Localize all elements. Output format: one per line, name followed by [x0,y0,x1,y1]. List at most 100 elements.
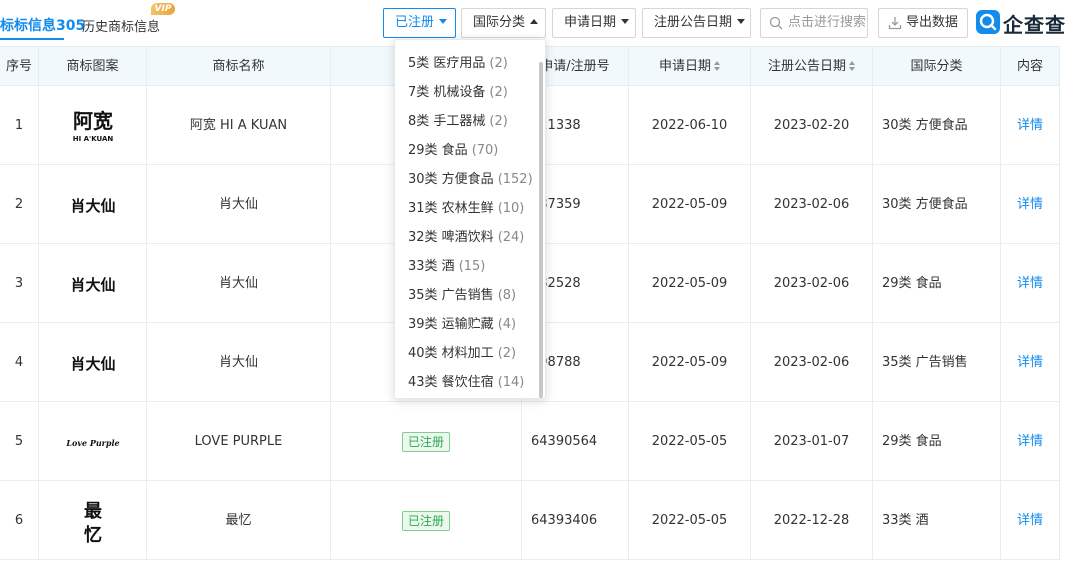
details-link[interactable]: 详情 [1001,402,1060,481]
status-cell: 已注册 [331,481,522,560]
class-option[interactable]: 30类 方便食品 (152) [408,170,533,190]
intl-class: 33类 酒 [873,481,1001,560]
class-option-label: 40类 材料加工 [408,346,494,361]
tab-trademark-info-label: 标标信息 [0,18,56,34]
class-option[interactable]: 33类 酒 (15) [408,257,485,277]
notice-date: 2023-02-06 [751,323,873,402]
details-link[interactable]: 详情 [1001,323,1060,402]
details-link-label: 详情 [1016,197,1043,212]
trademark-image[interactable]: 肖大仙 [39,323,147,402]
trademark-image[interactable]: Love Purple [39,402,147,481]
logo-zuiyi-image: 最 忆 [84,501,103,546]
brand-logo-icon [976,10,1000,34]
trademark-image[interactable]: 最 忆 [39,481,147,560]
class-option[interactable]: 31类 农林生鲜 (10) [408,199,524,219]
svg-text:HI A'KUAN: HI A'KUAN [72,135,113,143]
class-option-count: (2) [489,56,508,71]
class-option[interactable]: 43类 餐饮住宿 (14) [408,373,524,393]
export-data-label: 导出数据 [906,15,959,30]
intl-class: 35类 广告销售 [873,323,1001,402]
class-option-count: (2) [489,114,508,129]
col-apply-date[interactable]: 申请日期 [629,47,751,87]
trademark-image[interactable]: 肖大仙 [39,244,147,323]
notice-date-filter-button[interactable]: 注册公告日期 [642,8,751,38]
trademark-image[interactable]: 肖大仙 [39,165,147,244]
apply-date: 2022-05-09 [629,323,751,402]
trademark-image[interactable]: 阿宽 HI A'KUAN [39,86,147,165]
class-option[interactable]: 40类 材料加工 (2) [408,344,516,364]
class-option-label: 5类 医疗用品 [408,56,486,71]
chevron-up-icon [530,19,539,24]
brand-name: 企查查 [1003,13,1066,37]
status-filter-button[interactable]: 已注册 [383,8,456,38]
details-link-label: 详情 [1016,276,1043,291]
search-input[interactable]: 点击进行搜索 [760,8,868,38]
class-option-label: 43类 餐饮住宿 [408,375,494,390]
status-badge: 已注册 [401,510,450,531]
class-option-label: 31类 农林生鲜 [408,201,494,216]
trademark-name: 肖大仙 [147,244,331,323]
class-option[interactable]: 39类 运输贮藏 (4) [408,315,516,335]
search-placeholder: 点击进行搜索 [788,15,867,30]
details-link-label: 详情 [1016,513,1043,528]
class-filter-button[interactable]: 国际分类 [461,8,546,38]
status-badge: 已注册 [401,431,450,452]
class-option[interactable]: 5类 医疗用品 (2) [408,54,508,74]
class-option-label: 39类 运输贮藏 [408,317,494,332]
col-notice-date-label: 注册公告日期 [767,59,846,74]
apply-date-filter-button[interactable]: 申请日期 [552,8,636,38]
row-index: 6 [0,481,39,560]
apply-date: 2022-05-09 [629,244,751,323]
details-link-label: 详情 [1016,118,1043,133]
class-option-count: (4) [497,317,517,332]
chevron-down-icon [439,19,448,24]
col-class: 国际分类 [873,47,1001,87]
details-link[interactable]: 详情 [1001,244,1060,323]
trademark-name: 阿宽 HI A KUAN [147,86,331,165]
trademark-name: LOVE PURPLE [147,402,331,481]
class-option[interactable]: 35类 广告销售 (8) [408,286,516,306]
notice-date: 2023-01-07 [751,402,873,481]
svg-text:肖大仙: 肖大仙 [70,276,115,294]
tab-history-trademark[interactable]: 历史商标信息 [82,16,160,35]
tab-trademark-info-count: 305 [56,18,86,34]
status-filter-label: 已注册 [395,15,435,30]
details-link[interactable]: 详情 [1001,86,1060,165]
apply-date-filter-label: 申请日期 [564,15,617,30]
class-option[interactable]: 32类 啤酒饮料 (24) [408,228,524,248]
row-index: 3 [0,244,39,323]
details-link[interactable]: 详情 [1001,481,1060,560]
class-option[interactable]: 29类 食品 (70) [408,141,498,161]
class-option[interactable]: 7类 机械设备 (2) [408,83,508,103]
class-option-label: 30类 方便食品 [408,172,494,187]
svg-text:肖大仙: 肖大仙 [70,197,115,215]
tab-trademark-info[interactable]: 标标信息305 [0,15,85,35]
col-name: 商标名称 [147,47,331,87]
chevron-down-icon [621,19,630,24]
intl-class: 29类 食品 [873,402,1001,481]
dropdown-scrollbar-thumb[interactable] [539,62,543,398]
logo-xiaodaxian-image: 肖大仙 [70,197,115,215]
class-option-label: 8类 手工器械 [408,114,486,129]
class-option-label: 29类 食品 [408,143,468,158]
col-index: 序号 [0,47,39,87]
notice-date: 2023-02-06 [751,165,873,244]
export-data-button[interactable]: 导出数据 [878,8,968,38]
class-option-label: 32类 啤酒饮料 [408,230,494,245]
class-option-label: 7类 机械设备 [408,85,486,100]
col-logo: 商标图案 [39,47,147,87]
table-row: 5 Love Purple LOVE PURPLE 已注册 64390564 2… [0,402,1060,481]
intl-class: 30类 方便食品 [873,86,1001,165]
col-content: 内容 [1001,47,1060,87]
svg-text:忆: 忆 [84,524,102,546]
class-option[interactable]: 8类 手工器械 (2) [408,112,508,132]
class-filter-label: 国际分类 [473,15,526,30]
logo-xiaodaxian-image: 肖大仙 [70,276,115,294]
trademark-name: 肖大仙 [147,165,331,244]
svg-text:肖大仙: 肖大仙 [70,355,115,373]
notice-date: 2023-02-06 [751,244,873,323]
chevron-down-icon [737,19,746,24]
details-link[interactable]: 详情 [1001,165,1060,244]
notice-date-filter-label: 注册公告日期 [654,15,733,30]
col-notice-date[interactable]: 注册公告日期 [751,47,873,87]
